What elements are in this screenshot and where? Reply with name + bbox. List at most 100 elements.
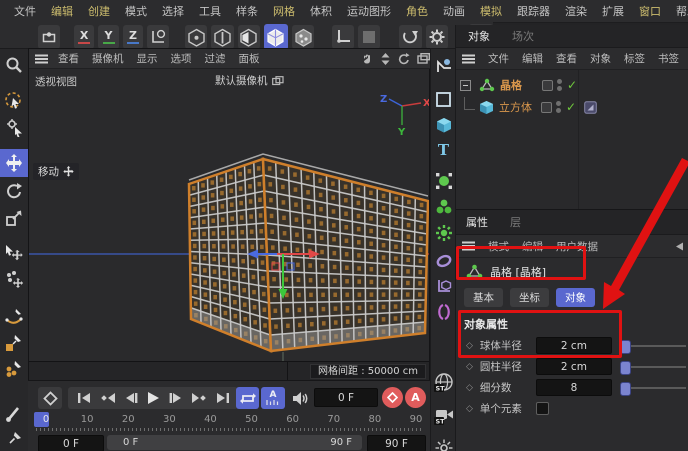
attribute-object-header[interactable]: 晶格 [晶格] (456, 258, 688, 285)
z-axis-lock-button[interactable]: Z (122, 25, 144, 49)
menu-window[interactable]: 窗口 (637, 3, 663, 19)
menu-mograph[interactable]: 运动图形 (345, 3, 393, 19)
viewport-menu-view[interactable]: 查看 (58, 51, 79, 66)
texture-mode-button[interactable] (291, 25, 315, 49)
model-mode-button[interactable] (263, 24, 288, 50)
modeling-settings-gear-icon[interactable] (425, 25, 448, 49)
menu-edit[interactable]: 编辑 (49, 3, 75, 19)
loop-playback-button[interactable] (236, 387, 259, 409)
range-slider[interactable]: 0 F 90 F (107, 435, 362, 450)
falloff-axis-icon[interactable] (433, 275, 454, 296)
menu-file[interactable]: 文件 (12, 3, 38, 19)
tweak-tool[interactable] (2, 115, 26, 139)
keyable-diamond-icon-2[interactable]: ◇ (466, 362, 473, 372)
single-element-checkbox[interactable] (535, 402, 549, 415)
viewport-menu-panel[interactable]: 面板 (239, 51, 260, 66)
workplane-icon[interactable] (147, 25, 170, 49)
visibility-dots[interactable] (556, 78, 562, 92)
om-menu-tags[interactable]: 标签 (624, 51, 645, 66)
sketch-material-globe-icon[interactable]: ST (433, 371, 454, 395)
range-start-field[interactable]: 0 F (38, 435, 104, 451)
am-menu-mode[interactable]: 模式 (488, 239, 509, 254)
tab-objects[interactable]: 对象 (468, 28, 490, 44)
menu-extensions[interactable]: 扩展 (600, 3, 626, 19)
next-key-button[interactable] (191, 392, 207, 404)
object-row-cube[interactable]: 立方体 ✓ (456, 96, 688, 117)
brush-tool[interactable] (2, 401, 26, 425)
previous-key-button[interactable] (100, 392, 116, 404)
menu-animate[interactable]: 动画 (441, 3, 467, 19)
keyable-diamond-icon-3[interactable]: ◇ (466, 383, 473, 393)
viewport-menu-options[interactable]: 选项 (171, 51, 192, 66)
viewport-menu-cameras[interactable]: 摄像机 (92, 51, 124, 66)
enabled-check-icon[interactable]: ✓ (567, 78, 577, 92)
keyable-diamond-icon-4[interactable]: ◇ (466, 404, 473, 414)
previous-frame-button[interactable] (125, 392, 138, 404)
tab-layers[interactable]: 层 (510, 214, 521, 230)
goto-end-button[interactable] (216, 392, 230, 404)
autokey-button[interactable]: A (261, 387, 285, 409)
viewport-hamburger-icon[interactable] (35, 54, 48, 64)
subdivision-input[interactable]: 8 (535, 379, 612, 396)
object-name-lattice[interactable]: 晶格 (500, 77, 522, 93)
lattice-deformer-icon[interactable] (433, 222, 454, 243)
x-axis-lock-button[interactable]: X (73, 25, 95, 49)
points-mode-button[interactable] (184, 25, 208, 49)
workplane-lock-icon[interactable] (357, 25, 381, 49)
toggle-single-view-icon[interactable] (417, 53, 430, 64)
visibility-dots-2[interactable] (555, 100, 561, 114)
menu-render[interactable]: 渲染 (563, 3, 589, 19)
current-frame-field[interactable]: 0 F (314, 388, 378, 407)
menu-mesh[interactable]: 网格 (271, 3, 297, 19)
history-back-icon[interactable] (675, 242, 684, 251)
spline-point-tool[interactable] (2, 357, 26, 381)
om-hamburger-icon[interactable] (462, 54, 475, 64)
axis-modify-icon[interactable] (331, 25, 354, 49)
y-axis-lock-button[interactable]: Y (98, 25, 119, 49)
cylinder-radius-input[interactable]: 2 cm (535, 358, 612, 375)
dolly-view-icon[interactable] (380, 52, 391, 65)
menu-select[interactable]: 选择 (160, 3, 186, 19)
enable-toggle-icon[interactable] (541, 79, 553, 91)
tab-object[interactable]: 对象 (556, 287, 595, 307)
om-menu-bookmarks[interactable]: 书签 (658, 51, 679, 66)
tab-coord[interactable]: 坐标 (510, 287, 549, 307)
menu-tools[interactable]: 工具 (197, 3, 223, 19)
am-hamburger-icon[interactable] (462, 241, 475, 251)
tab-attributes[interactable]: 属性 (466, 214, 488, 230)
move-tool[interactable] (0, 149, 28, 177)
next-frame-button[interactable] (169, 392, 182, 404)
sketch-camera-icon[interactable]: ST (433, 404, 454, 428)
zoom-tool[interactable] (2, 53, 26, 77)
enabled-check-icon-2[interactable]: ✓ (566, 100, 576, 114)
scale-tool[interactable] (2, 205, 26, 229)
coordinate-system-icon[interactable] (399, 25, 422, 49)
menu-help[interactable]: 帮助 (674, 3, 688, 19)
menu-mode[interactable]: 模式 (123, 3, 149, 19)
menu-spline[interactable]: 样条 (234, 3, 260, 19)
viewport[interactable]: 查看 摄像机 显示 选项 过滤 面板 透视视图 默认摄像机 Z X Y 移动 网… (28, 48, 435, 380)
cylinder-radius-slider[interactable] (619, 360, 686, 375)
spline-pen-icon[interactable] (433, 55, 454, 76)
tray-icon[interactable] (38, 25, 61, 49)
autokey-record-button[interactable]: A (405, 387, 426, 408)
enable-toggle-icon-2[interactable] (540, 101, 552, 113)
am-menu-userdata[interactable]: 用户数据 (556, 239, 598, 254)
sphere-radius-slider[interactable] (619, 339, 686, 354)
goto-start-button[interactable] (77, 392, 91, 404)
pan-view-icon[interactable] (361, 53, 373, 65)
menu-volume[interactable]: 体积 (308, 3, 334, 19)
cursor-move-tool[interactable] (2, 241, 26, 265)
menu-simulate[interactable]: 模拟 (478, 3, 504, 19)
play-button[interactable] (147, 391, 160, 405)
expander-icon[interactable] (460, 79, 471, 91)
om-menu-view[interactable]: 查看 (556, 51, 577, 66)
edges-mode-button[interactable] (211, 25, 234, 49)
am-menu-edit[interactable]: 编辑 (522, 239, 543, 254)
phong-tag-icon[interactable] (584, 100, 597, 114)
polygons-mode-button[interactable] (237, 25, 260, 49)
subdivision-surface-icon[interactable] (433, 170, 454, 191)
object-row-lattice[interactable]: 晶格 ✓ (456, 75, 688, 95)
live-selection-tool[interactable] (2, 89, 26, 113)
om-menu-file[interactable]: 文件 (488, 51, 509, 66)
